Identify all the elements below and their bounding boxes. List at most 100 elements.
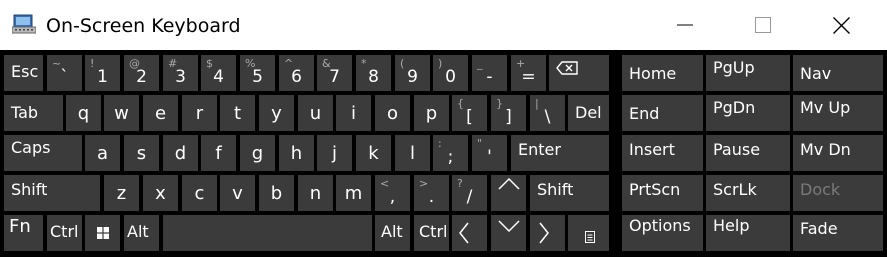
key-insert[interactable]: Insert [622, 135, 703, 171]
key-label: Insert [629, 140, 675, 159]
key-c[interactable]: c [182, 175, 217, 211]
key-label: x [155, 183, 166, 204]
key-end[interactable]: End [622, 95, 703, 131]
key-rbracket[interactable]: }] [491, 95, 526, 131]
key-nav[interactable]: Nav [793, 55, 883, 91]
key-caps[interactable]: Caps [4, 135, 82, 171]
key-quote[interactable]: " ' [472, 135, 507, 171]
key-3[interactable]: #3 [163, 55, 198, 91]
key-minus[interactable]: _ - [472, 55, 507, 91]
key-prtscn[interactable]: PrtScn [622, 175, 703, 211]
key-down-arrow[interactable] [491, 215, 526, 251]
key-2[interactable]: @2 [124, 55, 159, 91]
key-0[interactable]: ) 0 [433, 55, 468, 91]
key-l[interactable]: l [395, 135, 430, 171]
key-j[interactable]: j [317, 135, 352, 171]
key-a[interactable]: a [85, 135, 120, 171]
key-x[interactable]: x [143, 175, 178, 211]
key-q[interactable]: q [66, 95, 101, 131]
key-s[interactable]: s [124, 135, 159, 171]
key-backspace[interactable] [549, 55, 609, 91]
key-m[interactable]: m [336, 175, 371, 211]
key-7[interactable]: & 7 [317, 55, 352, 91]
chevron-up-icon [491, 175, 526, 211]
key-pause[interactable]: Pause [706, 135, 790, 171]
windows-logo-icon [85, 215, 120, 251]
key-left-arrow[interactable] [452, 215, 487, 251]
key-esc[interactable]: Esc [4, 55, 43, 91]
key-lbracket[interactable]: {[ [452, 95, 487, 131]
key-windows[interactable] [85, 215, 120, 251]
key-pgup[interactable]: PgUp [706, 55, 790, 91]
key-up-arrow[interactable] [491, 175, 526, 211]
key-k[interactable]: k [356, 135, 391, 171]
key-pgdn[interactable]: PgDn [706, 95, 790, 131]
key-help[interactable]: Help [706, 215, 790, 251]
key-label: 9 [407, 67, 418, 87]
key-shift-left[interactable]: Shift [4, 175, 100, 211]
key-equals[interactable]: + = [511, 55, 546, 91]
key-1[interactable]: ! 1 [85, 55, 120, 91]
key-semicolon[interactable]: :; [433, 135, 468, 171]
key-d[interactable]: d [163, 135, 198, 171]
key-label: Mv Dn [800, 140, 851, 159]
key-r[interactable]: r [182, 95, 217, 131]
key-period[interactable]: >. [414, 175, 449, 211]
key-e[interactable]: e [143, 95, 178, 131]
context-menu-icon [568, 215, 609, 251]
key-fade[interactable]: Fade [793, 215, 883, 251]
key-label: p [425, 103, 438, 124]
key-shift-right[interactable]: Shift [530, 175, 609, 211]
key-o[interactable]: o [375, 95, 410, 131]
key-alt-left[interactable]: Alt [124, 215, 159, 251]
key-alt-right[interactable]: Alt [375, 215, 410, 251]
key-scrlk[interactable]: ScrLk [706, 175, 790, 211]
maximize-button[interactable] [721, 0, 805, 50]
key-u[interactable]: u [298, 95, 333, 131]
key-h[interactable]: h [279, 135, 314, 171]
key-tab[interactable]: Tab [4, 95, 63, 131]
key-label: 6 [291, 67, 302, 87]
key-5[interactable]: % 5 [240, 55, 275, 91]
key-fn[interactable]: Fn [4, 215, 43, 251]
key-mv-up[interactable]: Mv Up [793, 95, 883, 131]
key-t[interactable]: t [220, 95, 255, 131]
key-enter[interactable]: Enter [511, 135, 609, 171]
chevron-down-icon [491, 215, 526, 251]
key-backtick[interactable]: ~ ` [47, 55, 82, 91]
key-dock[interactable]: Dock [793, 175, 883, 211]
key-ctrl-right[interactable]: Ctrl [414, 215, 449, 251]
key-menu[interactable] [568, 215, 609, 251]
key-ctrl-left[interactable]: Ctrl [47, 215, 82, 251]
key-w[interactable]: w [104, 95, 139, 131]
key-home[interactable]: Home [622, 55, 703, 91]
key-space[interactable] [163, 215, 372, 251]
key-n[interactable]: n [298, 175, 333, 211]
key-6[interactable]: ^ 6 [279, 55, 314, 91]
key-label: l [409, 143, 415, 164]
key-label: Shift [11, 180, 48, 199]
key-z[interactable]: z [104, 175, 139, 211]
key-mv-dn[interactable]: Mv Dn [793, 135, 883, 171]
key-label: Nav [800, 64, 832, 83]
key-9[interactable]: (9 [395, 55, 430, 91]
key-8[interactable]: * 8 [356, 55, 391, 91]
key-label: e [154, 103, 167, 124]
key-label: 4 [213, 67, 224, 87]
key-g[interactable]: g [240, 135, 275, 171]
key-right-arrow[interactable] [530, 215, 565, 251]
key-v[interactable]: v [220, 175, 255, 211]
key-b[interactable]: b [259, 175, 294, 211]
key-comma[interactable]: <, [375, 175, 410, 211]
key-4[interactable]: $4 [201, 55, 236, 91]
key-backslash[interactable]: | \ [530, 95, 565, 131]
key-options[interactable]: Options [622, 215, 703, 251]
minimize-button[interactable] [643, 0, 727, 50]
key-slash[interactable]: ? / [452, 175, 487, 211]
key-y[interactable]: y [259, 95, 294, 131]
key-f[interactable]: f [201, 135, 236, 171]
key-i[interactable]: i [336, 95, 371, 131]
key-del[interactable]: Del [568, 95, 609, 131]
close-button[interactable] [799, 0, 883, 50]
key-p[interactable]: p [414, 95, 449, 131]
